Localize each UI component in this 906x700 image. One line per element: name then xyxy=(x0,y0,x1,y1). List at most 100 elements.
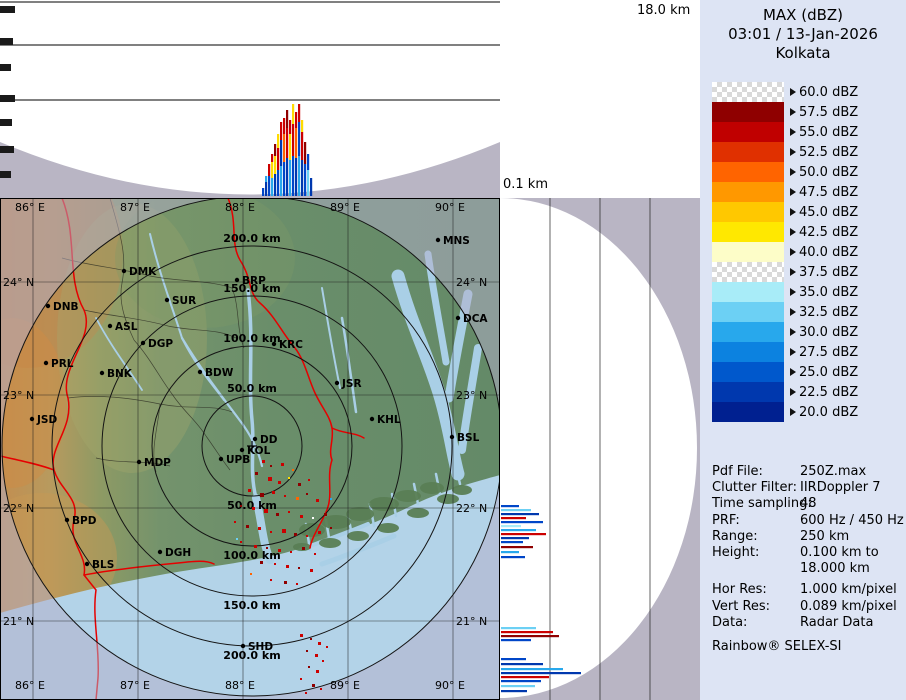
echo-bar xyxy=(501,639,531,641)
software-brand: Rainbow® SELEX-SI xyxy=(712,639,906,654)
legend-arrow-icon xyxy=(790,288,796,296)
echo-bar xyxy=(501,658,526,660)
legend-row: 37.5 dBZ xyxy=(712,262,858,282)
right-height-profile-panel xyxy=(500,198,700,700)
echo-pixel xyxy=(306,493,308,495)
echo-bar-segment xyxy=(265,176,267,182)
city-label: DGH xyxy=(165,547,191,559)
echo-bar xyxy=(501,635,559,637)
info-value: 0.100 km to xyxy=(800,545,879,561)
city-label: SHD xyxy=(248,641,273,653)
info-label: Pdf File: xyxy=(712,464,800,480)
echo-bar xyxy=(501,685,535,687)
echo-bar xyxy=(501,676,549,678)
echo-bar-segment xyxy=(301,120,303,132)
echo-bar-segment xyxy=(295,158,297,196)
legend-swatch xyxy=(712,282,784,302)
echo-bar-segment xyxy=(274,156,276,174)
legend-row: 35.0 dBZ xyxy=(712,282,858,302)
legend-arrow-icon xyxy=(790,328,796,336)
echo-pixel xyxy=(248,489,251,492)
city-label: BNK xyxy=(107,368,133,380)
echo-bar-segment xyxy=(289,160,291,196)
latitude-label: 22° N xyxy=(3,502,34,515)
echo-bar xyxy=(501,556,525,558)
echo-pixel xyxy=(324,513,327,516)
echo-pixel xyxy=(316,499,319,502)
legend-arrow-icon xyxy=(790,268,796,276)
echo-bar-segment xyxy=(286,110,288,128)
legend-panel: MAX (dBZ) 03:01 / 13-Jan-2026 Kolkata 60… xyxy=(700,0,906,700)
echo-pixel xyxy=(274,563,276,565)
echo-bar xyxy=(501,680,541,682)
echo-bar-segment xyxy=(271,154,273,162)
height-axis-tick xyxy=(0,146,14,153)
info-label: Range: xyxy=(712,529,800,545)
legend-swatch xyxy=(712,182,784,202)
legend-arrow-icon xyxy=(790,128,796,136)
info-row: Clutter Filter:IIRDoppler 7 xyxy=(712,480,906,496)
echo-pixel xyxy=(268,477,272,481)
city-dot xyxy=(370,417,374,421)
legend-swatch xyxy=(712,82,784,102)
longitude-label: 88° E xyxy=(225,201,255,214)
latitude-label: 24° N xyxy=(456,276,487,289)
city-label: MDP xyxy=(144,457,171,469)
city-label: ASL xyxy=(115,321,138,333)
legend-swatch xyxy=(712,302,784,322)
legend-label: 22.5 dBZ xyxy=(799,385,858,400)
legend-scale: 60.0 dBZ57.5 dBZ55.0 dBZ52.5 dBZ50.0 dBZ… xyxy=(712,82,858,422)
city-label: JSR xyxy=(341,378,362,390)
legend-arrow-icon xyxy=(790,248,796,256)
legend-swatch xyxy=(712,142,784,162)
echo-bar-segment xyxy=(301,132,303,160)
echo-pixel xyxy=(322,660,324,662)
city-dot xyxy=(65,518,69,522)
echo-pixel xyxy=(254,545,257,548)
echo-bar xyxy=(501,521,543,523)
echo-pixel xyxy=(314,553,316,555)
city-label: DGP xyxy=(148,338,173,350)
echo-pixel xyxy=(296,583,298,585)
info-value: 600 Hz / 450 Hz xyxy=(800,513,904,529)
echo-pixel xyxy=(326,646,328,648)
echo-pixel xyxy=(292,469,294,471)
longitude-label: 89° E xyxy=(330,201,360,214)
height-axis-tick xyxy=(0,6,15,13)
echo-pixel xyxy=(300,515,303,518)
legend-row: 52.5 dBZ xyxy=(712,142,858,162)
echo-pixel xyxy=(250,573,252,575)
echo-pixel xyxy=(270,465,272,467)
top-profile-axis-ticks xyxy=(0,6,15,178)
echo-bar xyxy=(501,517,526,519)
info-value: 250Z.max xyxy=(800,464,866,480)
echo-pixel xyxy=(234,521,236,523)
echo-bar-segment xyxy=(277,134,279,148)
echo-pixel xyxy=(318,642,321,645)
echo-pixel xyxy=(260,493,264,497)
echo-pixel xyxy=(266,547,268,549)
legend-row: 50.0 dBZ xyxy=(712,162,858,182)
city-dot xyxy=(198,370,202,374)
echo-bar xyxy=(501,541,523,543)
legend-row: 45.0 dBZ xyxy=(712,202,858,222)
legend-swatch xyxy=(712,382,784,402)
echo-pixel xyxy=(284,495,286,497)
info-value: 250 km xyxy=(800,529,849,545)
info-label: Time sampling: xyxy=(712,496,800,512)
echo-bar-segment xyxy=(280,122,282,140)
echo-pixel xyxy=(300,634,303,637)
legend-row: 40.0 dBZ xyxy=(712,242,858,262)
legend-label: 25.0 dBZ xyxy=(799,365,858,380)
legend-label: 55.0 dBZ xyxy=(799,125,858,140)
echo-bar xyxy=(501,690,527,692)
echo-pixel xyxy=(308,479,310,481)
echo-bar-segment xyxy=(289,120,291,134)
echo-bar-segment xyxy=(295,112,297,128)
legend-label: 30.0 dBZ xyxy=(799,325,858,340)
echo-pixel xyxy=(240,541,242,543)
info-label: Vert Res: xyxy=(712,599,800,615)
city-label: KRC xyxy=(279,339,303,351)
city-dot xyxy=(272,342,276,346)
echo-pixel xyxy=(298,567,300,569)
